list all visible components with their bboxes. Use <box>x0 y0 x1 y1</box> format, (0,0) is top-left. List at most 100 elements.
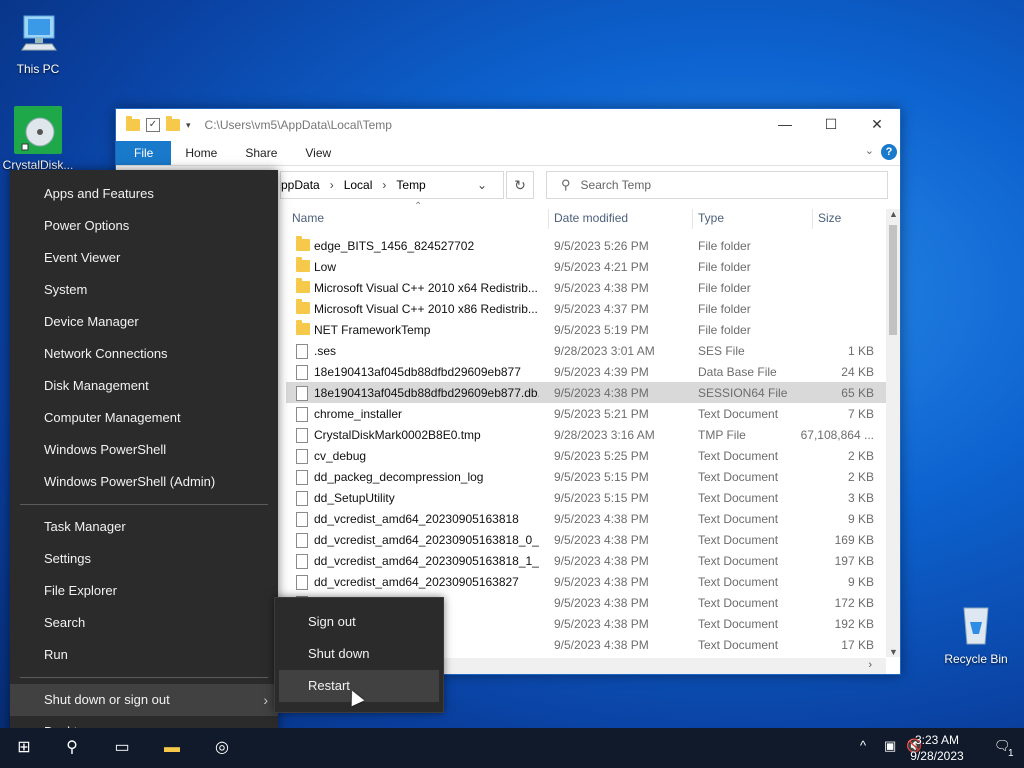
vertical-scrollbar[interactable]: ▲ ▼ <box>886 209 900 657</box>
file-row[interactable]: dd_vcredist_amd64_20230905163818_0_v... 9… <box>286 529 886 550</box>
file-row[interactable]: chrome_installer 9/5/2023 5:21 PM Text Doc… <box>286 403 886 424</box>
file-row[interactable]: dd_vcredist_amd64_20230905163818 9/5/2023… <box>286 508 886 529</box>
file-size: 7 KB <box>847 407 874 421</box>
folder-icon <box>296 257 310 275</box>
column-date-modified[interactable]: Date modified <box>554 211 628 225</box>
file-row[interactable]: Microsoft Visual C++ 2010 x64 Redistrib.… <box>286 277 886 298</box>
chevron-down-icon[interactable]: ⌄ <box>477 178 487 192</box>
column-type[interactable]: Type <box>698 211 724 225</box>
folder-icon[interactable] <box>126 116 140 131</box>
file-row[interactable]: cv_debug 9/5/2023 5:25 PM Text Document 2 K… <box>286 445 886 466</box>
file-size: 67,108,864 ... <box>800 428 874 442</box>
chevron-right-icon[interactable]: › <box>382 178 386 192</box>
file-name: dd_vcredist_amd64_20230905163827 <box>314 575 519 589</box>
file-row[interactable]: CrystalDiskMark0002B8E0.tmp 9/28/2023 3:1… <box>286 424 886 445</box>
menu-item-label: System <box>44 282 88 297</box>
menu-item-shut-down-or-sign-out[interactable]: Shut down or sign out › <box>10 684 278 716</box>
start-button[interactable]: ⊞ <box>12 736 36 760</box>
menu-item-device-manager[interactable]: Device Manager <box>10 306 278 338</box>
scroll-down-icon[interactable]: ▼ <box>889 647 898 657</box>
chevron-right-icon: › <box>263 692 268 708</box>
menu-item-power-options[interactable]: Power Options <box>10 210 278 242</box>
file-type: Text Document <box>698 470 779 484</box>
scroll-up-icon[interactable]: ▲ <box>889 209 898 219</box>
tab-share[interactable]: Share <box>231 141 291 165</box>
file-row[interactable]: NET FrameworkTemp 9/5/2023 5:19 PM File fo… <box>286 319 886 340</box>
file-date: 9/5/2023 4:38 PM <box>554 554 649 568</box>
menu-item-file-explorer[interactable]: File Explorer <box>10 575 278 607</box>
new-folder-icon[interactable] <box>166 116 180 131</box>
menu-item-disk-management[interactable]: Disk Management <box>10 370 278 402</box>
file-size: 24 KB <box>841 365 874 379</box>
clock-time: 3:23 AM <box>914 733 960 747</box>
desktop-icon-recycle-bin[interactable]: Recycle Bin <box>936 600 1016 666</box>
customize-toolbar-icon[interactable]: ▾ <box>186 120 191 131</box>
column-size[interactable]: Size <box>818 211 841 225</box>
breadcrumb-item[interactable]: Temp <box>396 178 425 192</box>
chevron-up-icon[interactable]: ^ <box>860 738 866 753</box>
properties-icon[interactable]: ✓ <box>146 118 160 132</box>
expand-ribbon-icon[interactable]: ⌄ <box>865 144 874 157</box>
breadcrumb-item[interactable]: ppData <box>281 178 320 192</box>
menu-item-windows-powershell[interactable]: Windows PowerShell <box>10 434 278 466</box>
chevron-right-icon[interactable]: › <box>330 178 334 192</box>
file-date: 9/5/2023 5:25 PM <box>554 449 649 463</box>
taskview-icon[interactable]: ▭ <box>110 736 134 760</box>
file-row[interactable]: dd_packeg_decompression_log 9/5/2023 5:15… <box>286 466 886 487</box>
file-row[interactable]: Microsoft Visual C++ 2010 x86 Redistrib.… <box>286 298 886 319</box>
menu-item-label: Run <box>44 647 68 662</box>
file-row[interactable]: edge_BITS_1456_824527702 9/5/2023 5:26 PM… <box>286 235 886 256</box>
network-icon[interactable]: ▣ <box>884 738 896 754</box>
tab-home[interactable]: Home <box>171 141 231 165</box>
column-name[interactable]: Name <box>292 211 324 225</box>
file-row[interactable]: 18e190413af045db88dfbd29609eb877.db.... 9… <box>286 382 886 403</box>
menu-item-system[interactable]: System <box>10 274 278 306</box>
menu-item-search[interactable]: Search <box>10 607 278 639</box>
scroll-right-icon[interactable]: › <box>868 659 872 671</box>
menu-item-label: Windows PowerShell (Admin) <box>44 474 216 489</box>
file-size: 3 KB <box>847 491 874 505</box>
menu-item-network-connections[interactable]: Network Connections <box>10 338 278 370</box>
menu-item-task-manager[interactable]: Task Manager <box>10 511 278 543</box>
desktop-icon-this-pc[interactable]: This PC <box>0 10 76 76</box>
menu-item-run[interactable]: Run <box>10 639 278 671</box>
file-icon <box>296 449 308 467</box>
chrome-icon[interactable]: ◎ <box>210 736 234 760</box>
breadcrumb-item[interactable]: Local <box>344 178 373 192</box>
menu-item-apps-and-features[interactable]: Apps and Features <box>10 178 278 210</box>
scrollbar-thumb[interactable] <box>889 225 897 335</box>
file-row[interactable]: dd_SetupUtility 9/5/2023 5:15 PM Text Docu… <box>286 487 886 508</box>
tab-view[interactable]: View <box>291 141 345 165</box>
search-input[interactable]: ⚲ Search Temp <box>546 171 888 199</box>
menu-item-shut-down[interactable]: Shut down <box>275 638 443 670</box>
menu-item-sign-out[interactable]: Sign out <box>275 606 443 638</box>
file-date: 9/5/2023 4:21 PM <box>554 260 649 274</box>
search-icon[interactable]: ⚲ <box>60 736 84 760</box>
refresh-button[interactable]: ↻ <box>506 171 534 199</box>
file-row[interactable]: .ses 9/28/2023 3:01 AM SES File 1 KB <box>286 340 886 361</box>
desktop-icon-crystaldisk[interactable]: CrystalDisk... <box>0 106 76 172</box>
clock[interactable]: 3:23 AM 9/28/2023 <box>902 732 972 764</box>
address-bar[interactable]: ppData › Local › Temp ⌄ <box>280 171 504 199</box>
file-row[interactable]: Low 9/5/2023 4:21 PM File folder <box>286 256 886 277</box>
help-icon[interactable]: ? <box>881 144 897 160</box>
menu-item-computer-management[interactable]: Computer Management <box>10 402 278 434</box>
close-button[interactable]: ✕ <box>854 109 900 139</box>
file-icon <box>296 470 308 488</box>
maximize-button[interactable]: ☐ <box>808 109 854 139</box>
file-date: 9/5/2023 4:38 PM <box>554 638 649 652</box>
tab-file[interactable]: File <box>116 141 172 165</box>
recycle-bin-icon <box>952 600 1000 648</box>
menu-item-label: Device Manager <box>44 314 139 329</box>
file-explorer-icon[interactable]: ▬ <box>160 736 184 760</box>
folder-icon <box>296 299 310 317</box>
file-date: 9/5/2023 4:37 PM <box>554 302 649 316</box>
file-name: Low <box>314 260 337 274</box>
menu-item-windows-powershell-admin[interactable]: Windows PowerShell (Admin) <box>10 466 278 498</box>
file-row[interactable]: dd_vcredist_amd64_20230905163827 9/5/2023… <box>286 571 886 592</box>
file-row[interactable]: dd_vcredist_amd64_20230905163818_1_v... 9… <box>286 550 886 571</box>
menu-item-settings[interactable]: Settings <box>10 543 278 575</box>
menu-item-event-viewer[interactable]: Event Viewer <box>10 242 278 274</box>
file-row[interactable]: 18e190413af045db88dfbd29609eb877 9/5/2023… <box>286 361 886 382</box>
minimize-button[interactable]: — <box>762 109 808 139</box>
